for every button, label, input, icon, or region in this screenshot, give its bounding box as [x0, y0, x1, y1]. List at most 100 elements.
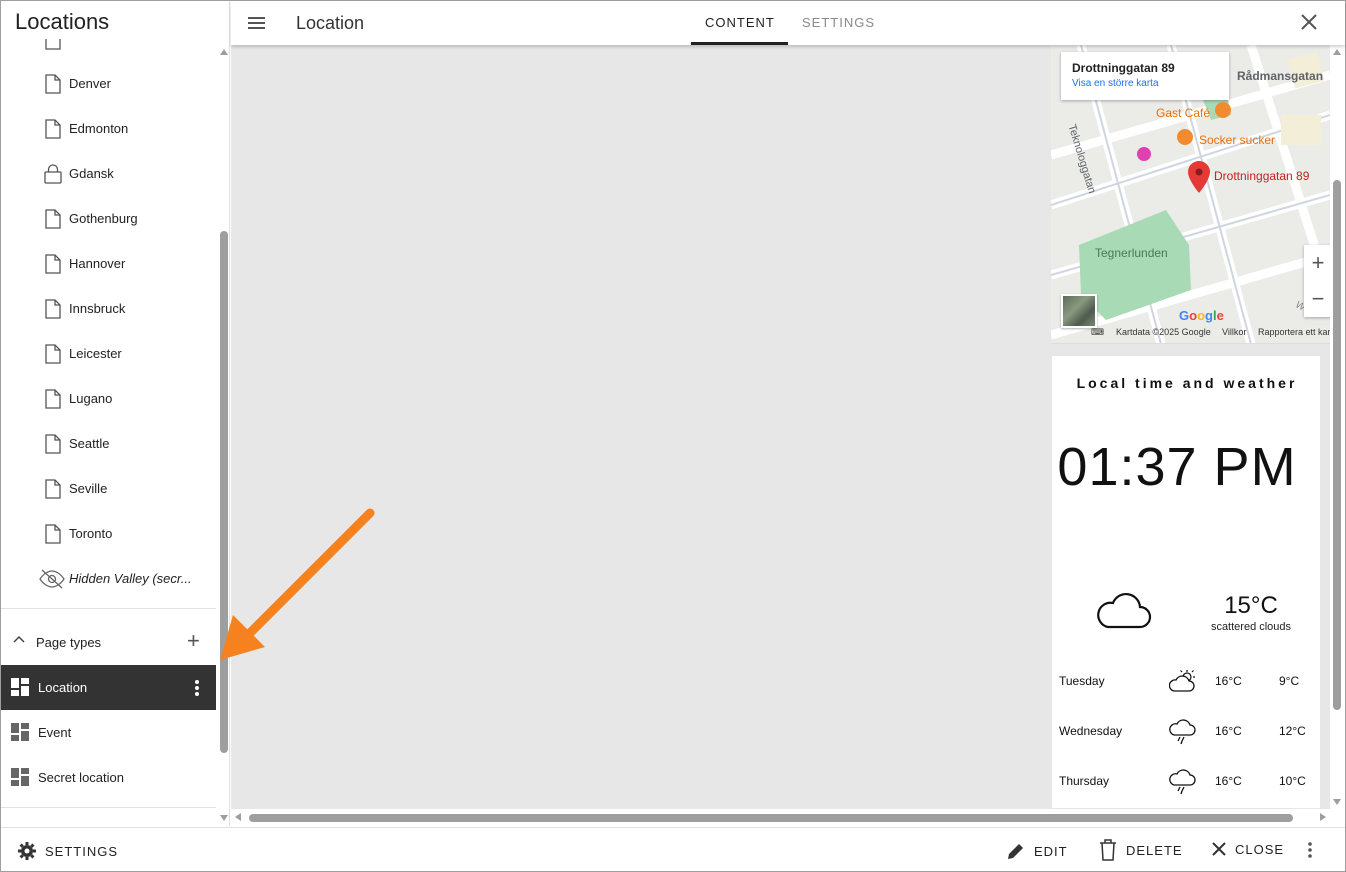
delete-label: DELETE — [1126, 842, 1183, 858]
canvas-vertical-scrollbar[interactable] — [1330, 45, 1344, 809]
page-icon — [43, 433, 63, 455]
scroll-down-arrow[interactable] — [220, 815, 228, 821]
list-item-seville[interactable]: Seville — [1, 466, 216, 511]
lock-icon — [43, 163, 63, 185]
zoom-out-button[interactable]: − — [1304, 281, 1330, 317]
page-icon — [43, 39, 63, 51]
more-vert-icon[interactable] — [191, 677, 203, 699]
list-item-label: Denver — [69, 76, 111, 91]
page-type-label: Event — [38, 725, 72, 740]
forecast-low: 12°C — [1279, 724, 1306, 738]
zoom-in-button[interactable]: + — [1304, 245, 1330, 281]
forecast-row: Wednesday 16°C 12°C — [1052, 716, 1322, 746]
page-icon — [43, 388, 63, 410]
page-icon — [43, 253, 63, 275]
list-item-hidden-valley[interactable]: Hidden Valley (secr... — [1, 556, 216, 601]
list-item-label: Seattle — [69, 436, 110, 451]
gear-icon — [18, 842, 36, 860]
terms-link[interactable]: Villkor — [1222, 327, 1246, 337]
weather-title-text: Local time and weather — [1076, 375, 1298, 391]
page-icon — [43, 118, 63, 140]
list-item-label: Toronto — [69, 526, 113, 541]
list-item-label: Gdansk — [69, 166, 114, 181]
location-list: Denver Edmonton Gdansk Gothenburg Hannov… — [1, 39, 216, 609]
list-item-seattle[interactable]: Seattle — [1, 421, 216, 466]
scroll-down-arrow[interactable] — [1333, 799, 1341, 805]
close-icon — [1212, 842, 1226, 856]
google-logo: Google — [1179, 308, 1224, 323]
pencil-icon — [1008, 844, 1023, 859]
sidebar-title: Locations — [15, 9, 110, 34]
poi-label[interactable]: Gast Café — [1156, 106, 1210, 120]
page-type-label: Location — [38, 680, 88, 695]
list-item-label: Hidden Valley (secr... — [69, 571, 192, 586]
page-type-secret-location[interactable]: Secret location — [1, 755, 216, 800]
larger-map-link[interactable]: Visa en större karta — [1072, 78, 1159, 89]
cloud-icon — [1096, 591, 1152, 636]
map-pin-icon[interactable] — [1188, 161, 1210, 198]
street-label: Rådmansgatan — [1237, 69, 1324, 83]
forecast-low: 10°C — [1279, 774, 1306, 788]
report-link[interactable]: Rapportera ett kar — [1258, 327, 1330, 337]
restaurant-icon[interactable] — [1177, 129, 1193, 145]
scroll-right-arrow[interactable] — [1320, 813, 1326, 821]
sidebar-scrollbar[interactable] — [218, 43, 230, 823]
page-type-event[interactable]: Event — [1, 710, 216, 755]
list-item-edmonton[interactable]: Edmonton — [1, 106, 216, 151]
divider — [1, 807, 216, 808]
list-item-denver[interactable]: Denver — [1, 61, 216, 106]
settings-button[interactable]: SETTINGS — [17, 841, 118, 861]
tab-content[interactable]: CONTENT — [705, 15, 775, 30]
chevron-up-icon[interactable] — [13, 634, 25, 649]
hotel-icon[interactable] — [1137, 147, 1151, 161]
list-item-label: Gothenburg — [69, 211, 138, 226]
close-icon[interactable] — [1299, 12, 1319, 32]
tab-settings[interactable]: SETTINGS — [802, 15, 875, 30]
forecast-day: Thursday — [1059, 774, 1110, 788]
list-item-toronto[interactable]: Toronto — [1, 511, 216, 556]
map-widget[interactable]: Drottninggatan 89 Visa en större karta R… — [1051, 45, 1330, 344]
scrollbar-thumb[interactable] — [249, 814, 1293, 822]
scroll-up-arrow[interactable] — [220, 49, 228, 55]
list-item-gdansk[interactable]: Gdansk — [1, 151, 216, 196]
page-type-icon — [11, 678, 29, 699]
list-item-leicester[interactable]: Leicester — [1, 331, 216, 376]
page-icon — [43, 298, 63, 320]
add-icon[interactable]: + — [187, 630, 200, 652]
list-item-hannover[interactable]: Hannover — [1, 241, 216, 286]
bottom-bar: SETTINGS EDIT DELETE CLOSE — [1, 827, 1345, 871]
scrollbar-thumb[interactable] — [220, 231, 228, 753]
page-icon — [43, 73, 63, 95]
active-tab-indicator — [691, 42, 788, 45]
cafe-icon[interactable] — [1215, 102, 1231, 118]
canvas-horizontal-scrollbar[interactable] — [231, 809, 1330, 826]
more-vert-icon — [1308, 842, 1312, 858]
list-item-label: Edmonton — [69, 121, 129, 136]
hidden-eye-icon — [38, 568, 66, 590]
page-types-header[interactable]: Page types + — [1, 621, 216, 663]
page-icon — [43, 523, 63, 545]
scrollbar-thumb[interactable] — [1333, 180, 1341, 710]
menu-icon[interactable] — [247, 14, 267, 32]
keyboard-icon[interactable]: ⌨ — [1091, 327, 1104, 338]
page-type-label: Secret location — [38, 770, 124, 785]
list-item-label: Seville — [69, 481, 108, 496]
more-options-button[interactable] — [1304, 840, 1324, 860]
close-label: CLOSE — [1235, 841, 1285, 857]
close-button[interactable]: CLOSE — [1211, 841, 1284, 857]
scroll-left-arrow[interactable] — [235, 813, 241, 821]
scroll-up-arrow[interactable] — [1333, 49, 1341, 55]
edit-button[interactable]: EDIT — [1006, 841, 1068, 861]
satellite-toggle[interactable] — [1061, 294, 1097, 328]
edit-label: EDIT — [1034, 843, 1068, 859]
list-item-gothenburg[interactable]: Gothenburg — [1, 196, 216, 241]
list-item[interactable] — [1, 39, 216, 62]
list-item-innsbruck[interactable]: Innsbruck — [1, 286, 216, 331]
poi-label[interactable]: Socker sucker — [1199, 133, 1275, 147]
annotation-arrow — [220, 508, 375, 660]
delete-button[interactable]: DELETE — [1098, 838, 1183, 862]
list-item-lugano[interactable]: Lugano — [1, 376, 216, 421]
pin-label: Drottninggatan 89 — [1214, 169, 1310, 183]
weather-widget: Local time and weather 01:37 PM 15°C sca… — [1051, 355, 1321, 809]
page-type-location[interactable]: Location — [1, 665, 216, 710]
